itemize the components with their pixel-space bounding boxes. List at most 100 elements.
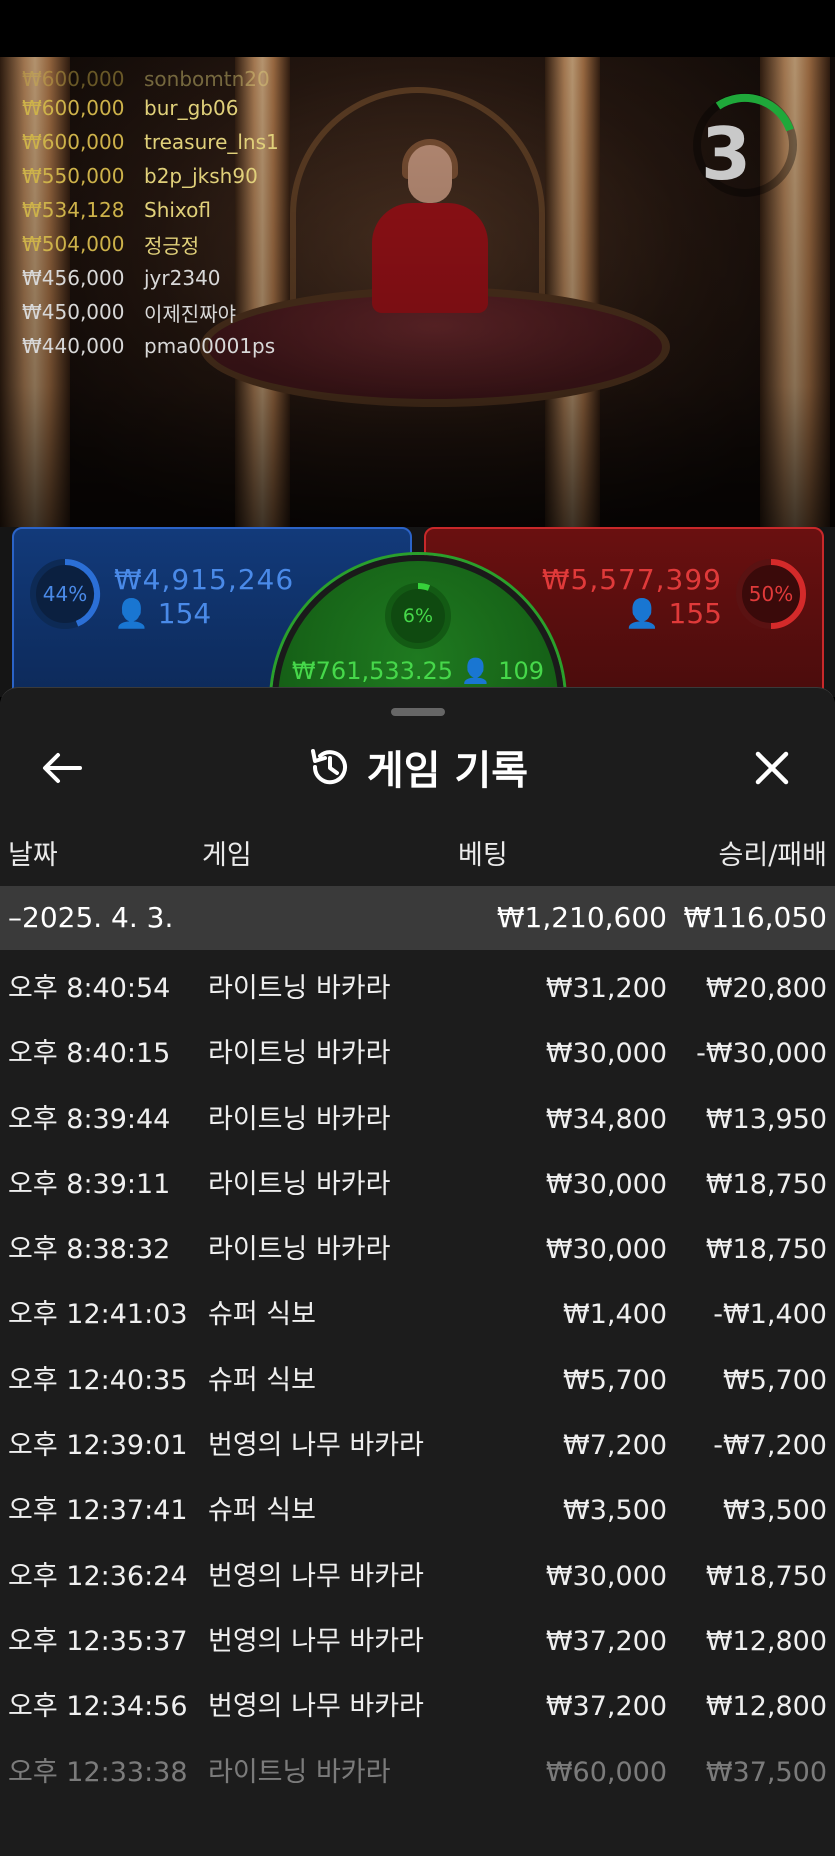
row-time: 오후 12:34:56 (8, 1691, 188, 1723)
leaderboard: ₩600,000 sonbomtn20 ₩600,000 bur_gb06 ₩60… (22, 68, 342, 363)
history-list: 오후 8:40:54 라이트닝 바카라 ₩31,200 ₩20,800 오후 8:40… (0, 956, 835, 1805)
leaderboard-name: bur_gb06 (144, 96, 239, 120)
leaderboard-amount: ₩440,000 (22, 334, 125, 358)
table-row[interactable]: 오후 12:33:38 라이트닝 바카라 ₩60,000 ₩37,500 (0, 1740, 835, 1805)
row-bet: ₩37,200 (545, 1691, 667, 1723)
close-button[interactable] (742, 738, 802, 798)
row-game: 번영의 나무 바카라 (208, 1430, 424, 1462)
table-row[interactable]: 오후 8:39:11 라이트닝 바카라 ₩30,000 ₩18,750 (0, 1152, 835, 1217)
tie-count-value: 109 (498, 657, 545, 685)
person-icon: 👤 (460, 657, 491, 685)
leaderboard-name: jyr2340 (144, 266, 221, 290)
row-winloss: ₩18,750 (705, 1560, 827, 1592)
column-header-game[interactable]: 게임 (202, 833, 252, 872)
column-header-winloss[interactable]: 승리/패배 (719, 833, 827, 872)
close-icon (755, 751, 789, 785)
person-icon: 👤 (114, 597, 149, 630)
leaderboard-amount: ₩600,000 (22, 68, 125, 91)
leaderboard-row: ₩600,000 treasure_lns1 (22, 125, 342, 159)
row-time: 오후 8:40:54 (8, 973, 171, 1004)
row-time: 오후 12:37:41 (8, 1495, 188, 1527)
column-header-bet[interactable]: 베팅 (458, 833, 508, 872)
row-bet: ₩60,000 (545, 1756, 667, 1788)
row-winloss: ₩37,500 (705, 1756, 827, 1788)
person-icon: 👤 (624, 597, 660, 630)
row-game: 라이트닝 바카라 (208, 973, 391, 1004)
row-bet: ₩30,000 (545, 1038, 667, 1070)
player-total-amount: ₩4,915,246 (114, 563, 295, 596)
row-bet: ₩34,800 (545, 1103, 667, 1135)
table-row[interactable]: 오후 8:40:54 라이트닝 바카라 ₩31,200 ₩20,800 (0, 956, 835, 1021)
row-time: 오후 8:38:32 (8, 1234, 171, 1266)
table-row[interactable]: 오후 12:39:01 번영의 나무 바카라 ₩7,200 -₩7,200 (0, 1413, 835, 1478)
tie-total-amount: ₩761,533.25 (291, 657, 454, 685)
row-game: 라이트닝 바카라 (208, 1234, 391, 1266)
row-game: 슈퍼 식보 (208, 1495, 316, 1527)
row-bet: ₩7,200 (563, 1430, 667, 1462)
row-game: 번영의 나무 바카라 (208, 1691, 424, 1723)
drag-handle[interactable] (391, 708, 445, 716)
leaderboard-amount: ₩456,000 (22, 266, 125, 290)
row-game: 라이트닝 바카라 (208, 1038, 391, 1070)
table-row[interactable]: 오후 8:39:44 라이트닝 바카라 ₩34,800 ₩13,950 (0, 1087, 835, 1152)
page-title: 게임 기록 (366, 748, 529, 794)
game-history-sheet: 게임 기록 날짜 게임 베팅 승리/패배 –2025. 4. 3. ₩1,210… (0, 687, 835, 1856)
leaderboard-amount: ₩534,128 (22, 198, 125, 222)
row-game: 번영의 나무 바카라 (208, 1625, 424, 1657)
row-winloss: ₩20,800 (705, 973, 827, 1004)
row-winloss: ₩12,800 (705, 1625, 827, 1657)
date-group-row[interactable]: –2025. 4. 3. ₩1,210,600 ₩116,050 (0, 886, 835, 950)
top-status-bar (0, 0, 835, 57)
player-bettor-count: 👤 154 (114, 597, 211, 630)
banker-percent: 50% (748, 582, 794, 606)
leaderboard-row: ₩440,000 pma00001ps (22, 329, 342, 363)
row-bet: ₩3,500 (563, 1495, 667, 1527)
row-game: 라이트닝 바카라 (208, 1103, 391, 1135)
leaderboard-row: ₩550,000 b2p_jksh90 (22, 159, 342, 193)
column-header-date[interactable]: 날짜 (8, 833, 58, 872)
tie-amount-line: ₩761,533.25 👤 109 (278, 657, 558, 685)
leaderboard-row: ₩600,000 bur_gb06 (22, 91, 342, 125)
leaderboard-row: ₩534,128 Shixofl (22, 193, 342, 227)
leaderboard-row: ₩450,000 이제진짜야 (22, 295, 342, 329)
leaderboard-name: pma00001ps (144, 334, 276, 358)
row-time: 오후 12:33:38 (8, 1756, 188, 1788)
row-bet: ₩30,000 (545, 1234, 667, 1266)
leaderboard-name: 이제진짜야 (144, 301, 236, 326)
tie-percent: 6% (402, 605, 434, 627)
table-row[interactable]: 오후 12:41:03 슈퍼 식보 ₩1,400 -₩1,400 (0, 1282, 835, 1347)
row-winloss: -₩1,400 (713, 1299, 827, 1331)
row-bet: ₩30,000 (545, 1560, 667, 1592)
group-date: –2025. 4. 3. (8, 901, 174, 934)
leaderboard-name: Shixofl (144, 198, 211, 222)
banker-bettor-count: 👤 155 (625, 597, 722, 630)
row-time: 오후 12:40:35 (8, 1364, 188, 1396)
leaderboard-row: ₩600,000 sonbomtn20 (22, 68, 342, 91)
player-count-value: 154 (157, 597, 212, 630)
table-row[interactable]: 오후 12:35:37 번영의 나무 바카라 ₩37,200 ₩12,800 (0, 1609, 835, 1674)
banker-total-amount: ₩5,577,399 (541, 563, 722, 596)
row-winloss: ₩3,500 (723, 1495, 827, 1527)
table-row[interactable]: 오후 8:38:32 라이트닝 바카라 ₩30,000 ₩18,750 (0, 1217, 835, 1282)
leaderboard-amount: ₩600,000 (22, 96, 125, 120)
row-game: 번영의 나무 바카라 (208, 1560, 424, 1592)
row-time: 오후 12:35:37 (8, 1625, 188, 1657)
row-time: 오후 8:40:15 (8, 1038, 171, 1070)
row-bet: ₩1,400 (563, 1299, 667, 1331)
row-game: 슈퍼 식보 (208, 1299, 316, 1331)
history-icon (310, 749, 347, 785)
row-game: 라이트닝 바카라 (208, 1168, 391, 1200)
table-row[interactable]: 오후 12:34:56 번영의 나무 바카라 ₩37,200 ₩12,800 (0, 1674, 835, 1739)
row-winloss: ₩18,750 (705, 1234, 827, 1266)
row-bet: ₩30,000 (545, 1168, 667, 1200)
leaderboard-name: b2p_jksh90 (144, 164, 258, 188)
row-bet: ₩5,700 (563, 1364, 667, 1396)
leaderboard-row: ₩456,000 jyr2340 (22, 261, 342, 295)
row-winloss: ₩5,700 (723, 1364, 827, 1396)
row-winloss: -₩7,200 (713, 1430, 827, 1462)
sheet-header: 게임 기록 (0, 734, 835, 800)
table-row[interactable]: 오후 8:40:15 라이트닝 바카라 ₩30,000 -₩30,000 (0, 1021, 835, 1086)
table-row[interactable]: 오후 12:36:24 번영의 나무 바카라 ₩30,000 ₩18,750 (0, 1544, 835, 1609)
table-row[interactable]: 오후 12:40:35 슈퍼 식보 ₩5,700 ₩5,700 (0, 1348, 835, 1413)
table-row[interactable]: 오후 12:37:41 슈퍼 식보 ₩3,500 ₩3,500 (0, 1478, 835, 1543)
